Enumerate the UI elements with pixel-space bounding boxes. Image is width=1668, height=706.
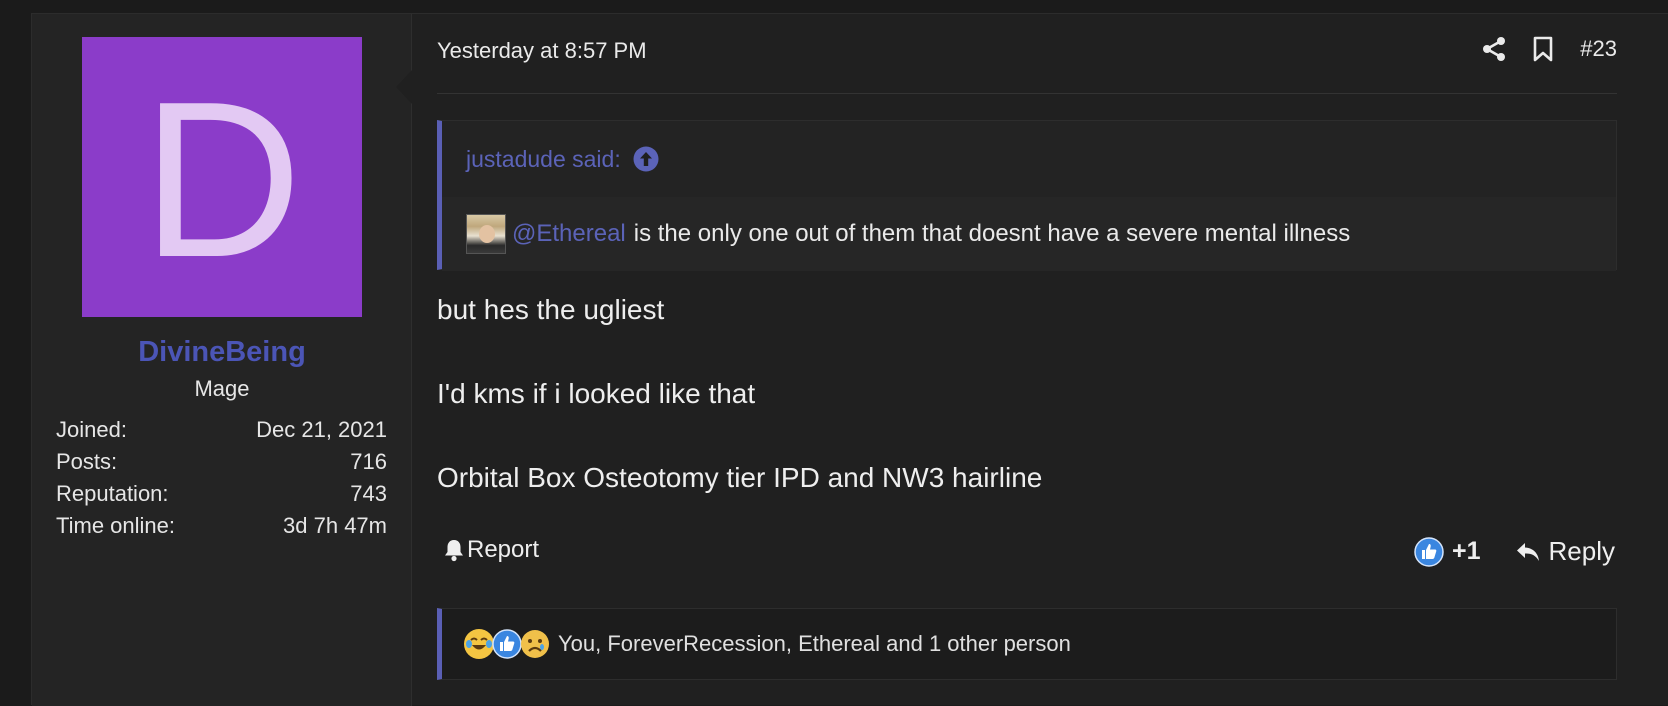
footer-right-actions: +1 Reply — [1414, 536, 1615, 567]
user-info-column: D DivineBeing Mage Joined: Dec 21, 2021 … — [32, 14, 413, 706]
reaction-count: +1 — [1452, 537, 1481, 565]
message-line: but hes the ugliest — [437, 294, 665, 325]
report-button[interactable]: Report — [443, 536, 539, 564]
stat-time-online: Time online: 3d 7h 47m — [56, 510, 387, 542]
stat-posts: Posts: 716 — [56, 446, 387, 478]
message-line: I'd kms if i looked like that — [437, 378, 756, 409]
quote-header: justadude said: — [442, 121, 1616, 197]
message-body: but hes the ugliest I'd kms if i looked … — [437, 294, 1617, 546]
share-icon[interactable] — [1482, 36, 1506, 62]
stat-label: Reputation: — [56, 481, 169, 506]
stat-value: 743 — [350, 481, 387, 506]
user-mention[interactable]: @Ethereal — [512, 220, 626, 248]
thumbs-up-icon — [1414, 536, 1444, 567]
arrow-up-circle-icon[interactable] — [633, 146, 659, 172]
stat-label: Joined: — [56, 417, 127, 442]
reaction-button[interactable]: +1 — [1414, 536, 1481, 567]
forum-post: D DivineBeing Mage Joined: Dec 21, 2021 … — [31, 13, 1668, 706]
header-actions: #23 — [1482, 36, 1617, 62]
mention-avatar[interactable] — [466, 214, 506, 254]
stat-label: Posts: — [56, 449, 118, 474]
stat-label: Time online: — [56, 513, 176, 538]
reply-arrow-icon — [1515, 541, 1541, 563]
user-stats: Joined: Dec 21, 2021 Posts: 716 Reputati… — [56, 414, 387, 542]
user-title: Mage — [194, 376, 250, 401]
post-main: Yesterday at 8:57 PM #23 justadude said:… — [437, 14, 1617, 706]
quote-text: is the only one out of them that doesnt … — [633, 220, 1351, 247]
post-footer: Report +1 Reply — [437, 536, 1617, 576]
post-timestamp[interactable]: Yesterday at 8:57 PM — [437, 38, 647, 64]
avatar[interactable]: D — [82, 37, 362, 317]
reactions-bar[interactable]: You, ForeverRecession, Ethereal and 1 ot… — [437, 608, 1617, 680]
stat-value: 716 — [350, 449, 387, 474]
reply-label: Reply — [1548, 536, 1615, 566]
message-line: Orbital Box Osteotomy tier IPD and NW3 h… — [437, 462, 1043, 493]
bell-icon — [443, 538, 465, 562]
stat-value: Dec 21, 2021 — [256, 417, 387, 442]
quote-body: @Ethereal is the only one out of them th… — [442, 197, 1616, 271]
quote-author[interactable]: justadude said: — [466, 146, 621, 173]
stat-value: 3d 7h 47m — [283, 513, 387, 538]
post-header: Yesterday at 8:57 PM #23 — [437, 14, 1617, 94]
reaction-users[interactable]: You, ForeverRecession, Ethereal and 1 ot… — [558, 631, 1071, 657]
thumbs-up-emoji-icon — [492, 629, 522, 659]
stat-joined: Joined: Dec 21, 2021 — [56, 414, 387, 446]
reply-button[interactable]: Reply — [1515, 536, 1615, 567]
bookmark-icon[interactable] — [1532, 36, 1554, 62]
post-arrow — [396, 69, 413, 105]
laugh-cry-emoji-icon — [464, 629, 494, 659]
quote-block: justadude said: @Ethereal is the only on… — [437, 120, 1617, 271]
username-link[interactable]: DivineBeing — [32, 336, 412, 369]
avatar-letter: D — [141, 56, 303, 304]
sad-emoji-icon — [520, 629, 550, 659]
report-label: Report — [467, 536, 540, 563]
stat-reputation: Reputation: 743 — [56, 478, 387, 510]
post-number-link[interactable]: #23 — [1580, 36, 1617, 62]
